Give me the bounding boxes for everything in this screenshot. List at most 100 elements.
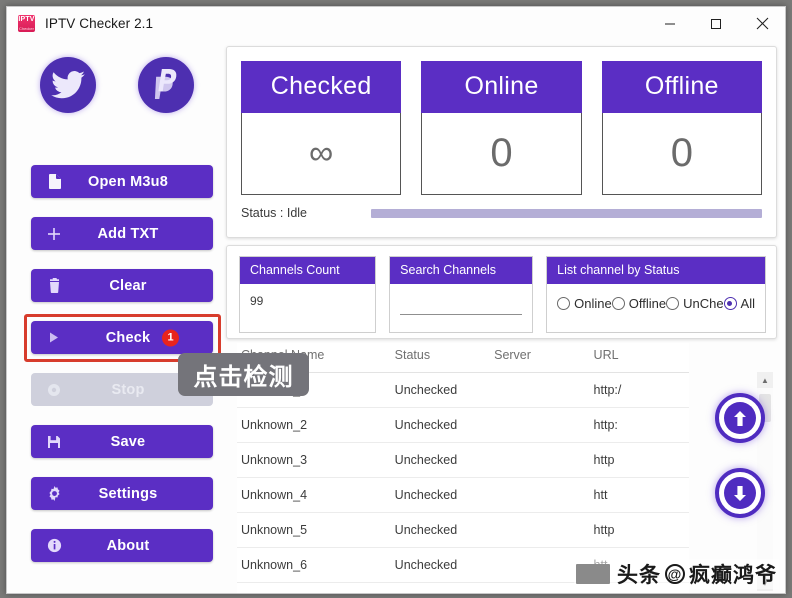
- status-filter-body: Online Offline UnChe All: [547, 284, 765, 332]
- cell-status: Unchecked: [390, 372, 491, 408]
- save-label: Save: [110, 433, 146, 450]
- stop-icon: [39, 383, 69, 397]
- trash-icon: [39, 278, 69, 293]
- table-row[interactable]: Unknown_5 Unchecked http: [237, 512, 689, 548]
- cell-url: http: [589, 512, 689, 548]
- sidebar: Open M3u8 Add TXT Clear Check 1 Stop Sav…: [7, 40, 223, 593]
- save-icon: [39, 435, 69, 449]
- filter-panel: Channels Count 99 Search Channels List c…: [226, 245, 777, 339]
- radio-label-all: All: [740, 296, 755, 311]
- cell-channel-name: Unknown_2: [237, 407, 391, 443]
- check-button[interactable]: Check 1: [31, 321, 213, 354]
- filter-row: Channels Count 99 Search Channels List c…: [239, 256, 766, 333]
- click-detect-callout: 点击检测: [178, 353, 309, 396]
- channels-count-body: 99: [240, 284, 375, 332]
- cell-channel-name: Unknown_6: [237, 547, 391, 583]
- window-controls: [647, 7, 785, 40]
- settings-button[interactable]: Settings: [31, 477, 213, 510]
- cell-url: http:: [589, 407, 689, 443]
- cell-server: [490, 477, 590, 513]
- search-channels-box: Search Channels: [389, 256, 534, 333]
- cell-url: htt: [589, 477, 689, 513]
- cell-server: [490, 512, 590, 548]
- radio-dot-all: [723, 297, 737, 310]
- watermark-blob: [576, 564, 610, 584]
- radio-label-online: Online: [574, 296, 612, 311]
- radio-unchecked[interactable]: UnChe: [666, 296, 724, 311]
- open-m3u8-button[interactable]: Open M3u8: [31, 165, 213, 198]
- table-row[interactable]: Unknown_4 Unchecked htt: [237, 477, 689, 513]
- radio-online[interactable]: Online: [557, 296, 612, 311]
- about-label: About: [106, 537, 150, 554]
- cell-server: [490, 442, 590, 478]
- arrow-down-icon: [724, 477, 756, 509]
- main-area: Checked ∞ Online 0 Offline 0 Status : Id…: [223, 40, 785, 593]
- info-icon: [39, 538, 69, 553]
- radio-label-unchecked: UnChe: [683, 296, 724, 311]
- window-title: IPTV Checker 2.1: [45, 16, 154, 31]
- cell-status: Unchecked: [390, 442, 491, 478]
- search-channels-title: Search Channels: [390, 257, 533, 284]
- table-row[interactable]: Unknown_3 Unchecked http: [237, 442, 689, 478]
- search-channels-body: [390, 284, 532, 332]
- stop-label: Stop: [111, 381, 145, 398]
- radio-dot-online: [557, 297, 571, 310]
- close-icon[interactable]: [739, 7, 785, 40]
- table-body: Unknown_1 Unchecked http:/ Unknown_2 Unc…: [237, 372, 689, 583]
- cell-server: [490, 407, 590, 443]
- app-window: IPTV Checker IPTV Checker 2.1 Open M3u8 …: [6, 6, 786, 594]
- column-url[interactable]: URL: [589, 343, 689, 373]
- stat-card-online: Online 0: [421, 61, 582, 195]
- play-icon: [39, 331, 69, 344]
- app-icon: IPTV Checker: [18, 15, 35, 32]
- paypal-icon[interactable]: [138, 57, 194, 113]
- table-row[interactable]: Unknown_2 Unchecked http:: [237, 407, 689, 443]
- app-icon-line1: IPTV: [18, 16, 35, 23]
- radio-dot-unchecked: [666, 297, 680, 310]
- save-button[interactable]: Save: [31, 425, 213, 458]
- window-body: Open M3u8 Add TXT Clear Check 1 Stop Sav…: [7, 40, 785, 593]
- twitter-icon[interactable]: [40, 57, 96, 113]
- arrow-up-icon: [724, 402, 756, 434]
- cell-channel-name: Unknown_3: [237, 442, 391, 478]
- about-button[interactable]: About: [31, 529, 213, 562]
- watermark-text: 头条: [617, 564, 661, 587]
- channels-count-value: 99: [250, 294, 264, 308]
- move-down-button[interactable]: [715, 468, 765, 518]
- cell-status: Unchecked: [390, 512, 491, 548]
- stat-title-checked: Checked: [241, 61, 402, 113]
- status-filter-title: List channel by Status: [547, 257, 765, 284]
- add-txt-button[interactable]: Add TXT: [31, 217, 213, 250]
- progress-bar: [371, 208, 762, 218]
- cell-status: Unchecked: [390, 407, 491, 443]
- search-input[interactable]: [400, 292, 523, 315]
- stat-title-online: Online: [421, 61, 582, 113]
- stat-card-checked: Checked ∞: [241, 61, 402, 195]
- minimize-icon[interactable]: [647, 7, 693, 40]
- app-icon-line2: Checker: [19, 26, 34, 31]
- status-label: Status : Idle: [241, 206, 308, 220]
- stat-value-checked: ∞: [241, 113, 402, 195]
- stats-row: Checked ∞ Online 0 Offline 0: [241, 61, 762, 195]
- add-txt-label: Add TXT: [97, 225, 159, 242]
- channels-count-title: Channels Count: [240, 257, 376, 284]
- watermark: 头条 @ 疯癫鸿爷: [574, 559, 779, 589]
- cell-status: Unchecked: [390, 477, 491, 513]
- status-radio-group: Online Offline UnChe All: [557, 292, 755, 311]
- radio-offline[interactable]: Offline: [611, 296, 666, 311]
- clear-button[interactable]: Clear: [31, 269, 213, 302]
- radio-all[interactable]: All: [723, 296, 755, 311]
- progress-fill: [371, 208, 762, 218]
- scroll-up-icon[interactable]: ▲: [757, 372, 773, 388]
- plus-icon: [39, 227, 69, 241]
- stats-panel: Checked ∞ Online 0 Offline 0 Status : Id…: [226, 46, 777, 238]
- column-status[interactable]: Status: [390, 343, 491, 373]
- move-up-button[interactable]: [715, 393, 765, 443]
- column-server[interactable]: Server: [490, 343, 590, 373]
- title-bar: IPTV Checker IPTV Checker 2.1: [7, 7, 785, 40]
- gear-icon: [39, 486, 69, 501]
- maximize-icon[interactable]: [693, 7, 739, 40]
- watermark-handle: 疯癫鸿爷: [689, 564, 777, 587]
- cell-channel-name: Unknown_5: [237, 512, 391, 548]
- radio-dot-offline: [611, 297, 625, 310]
